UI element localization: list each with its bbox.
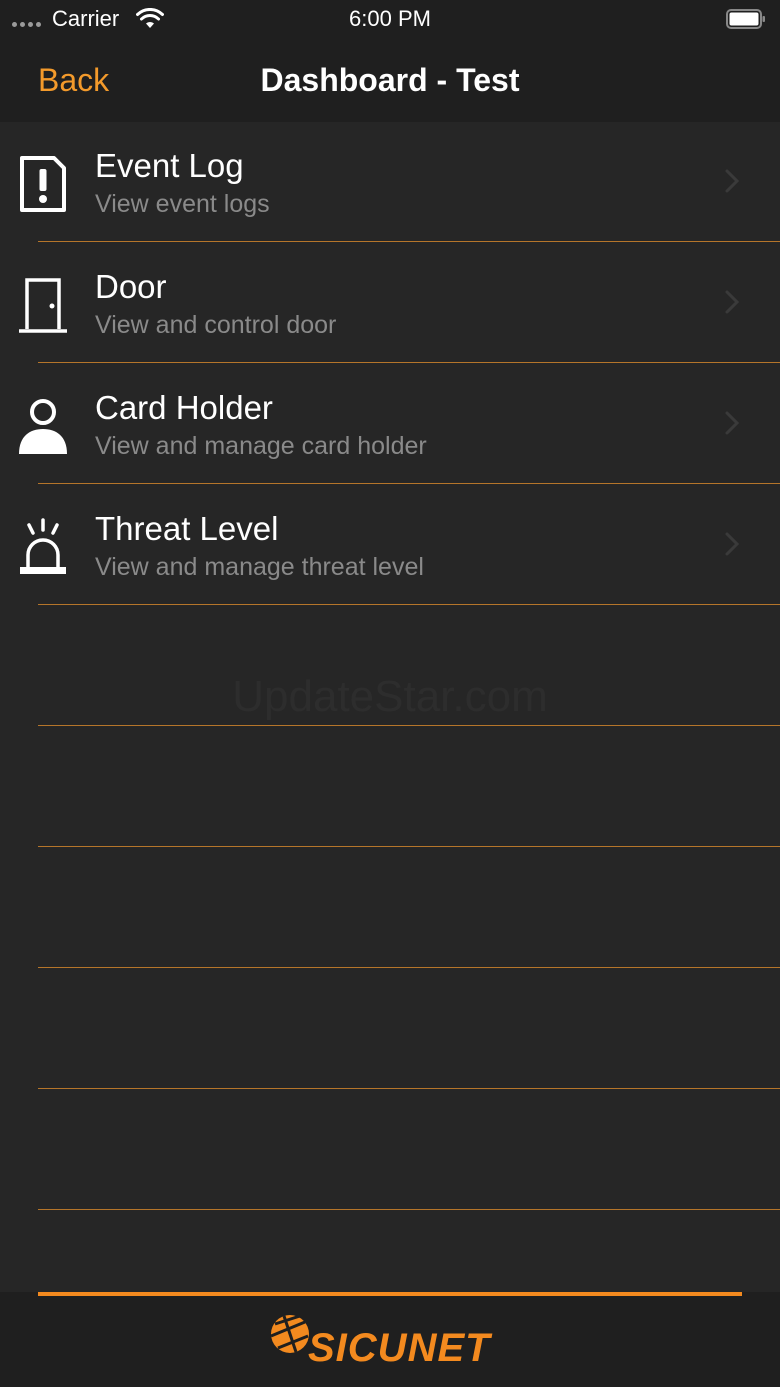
alarm-siren-icon [20,518,66,574]
page-title: Dashboard - Test [260,62,520,98]
navigation-bar: Back Dashboard - Test [0,38,780,122]
menu-item-door[interactable]: Door View and control door [0,243,780,364]
empty-row [0,727,780,848]
menu-item-card-holder[interactable]: Card Holder View and manage card holder [0,364,780,485]
footer-accent-line [38,1292,742,1296]
status-time: 6:00 PM [349,6,431,31]
watermark: UpdateStar.com [232,672,548,721]
menu-item-threat-level[interactable]: Threat Level View and manage threat leve… [0,485,780,606]
chevron-right-icon [725,169,740,193]
sicunet-logo: SICUNET [270,1314,493,1370]
empty-row [0,1090,780,1211]
logo-text: SICUNET [308,1326,493,1370]
empty-row [0,969,780,1090]
row-separator [38,1088,780,1089]
row-separator [38,483,780,484]
chevron-right-icon [725,411,740,435]
door-icon [19,278,67,333]
app-screen: Carrier 6:00 PM Back Dashboard - Test Ev… [0,0,780,1387]
menu-item-title: Event Log [95,147,244,184]
status-bar: Carrier 6:00 PM [0,0,780,38]
person-icon [19,399,67,454]
row-separator [38,1209,780,1210]
menu-item-title: Door [95,268,167,305]
row-separator [38,241,780,242]
menu-item-subtitle: View and manage card holder [95,432,427,460]
footer-bar: SICUNET [0,1292,780,1387]
menu-item-title: Card Holder [95,389,273,426]
row-separator [38,604,780,605]
menu-item-event-log[interactable]: Event Log View event logs [0,122,780,243]
row-separator [38,967,780,968]
menu-item-subtitle: View and control door [95,311,337,339]
dashboard-menu-list: Event Log View event logs Door View and … [0,122,780,1211]
menu-item-subtitle: View and manage threat level [95,553,424,581]
alert-document-icon [20,156,66,212]
chevron-right-icon [725,290,740,314]
row-separator [38,362,780,363]
row-separator [38,846,780,847]
empty-row [0,848,780,969]
menu-item-title: Threat Level [95,510,279,547]
battery-icon [726,9,765,29]
chevron-right-icon [725,532,740,556]
row-separator [38,725,780,726]
menu-item-subtitle: View event logs [95,190,270,218]
